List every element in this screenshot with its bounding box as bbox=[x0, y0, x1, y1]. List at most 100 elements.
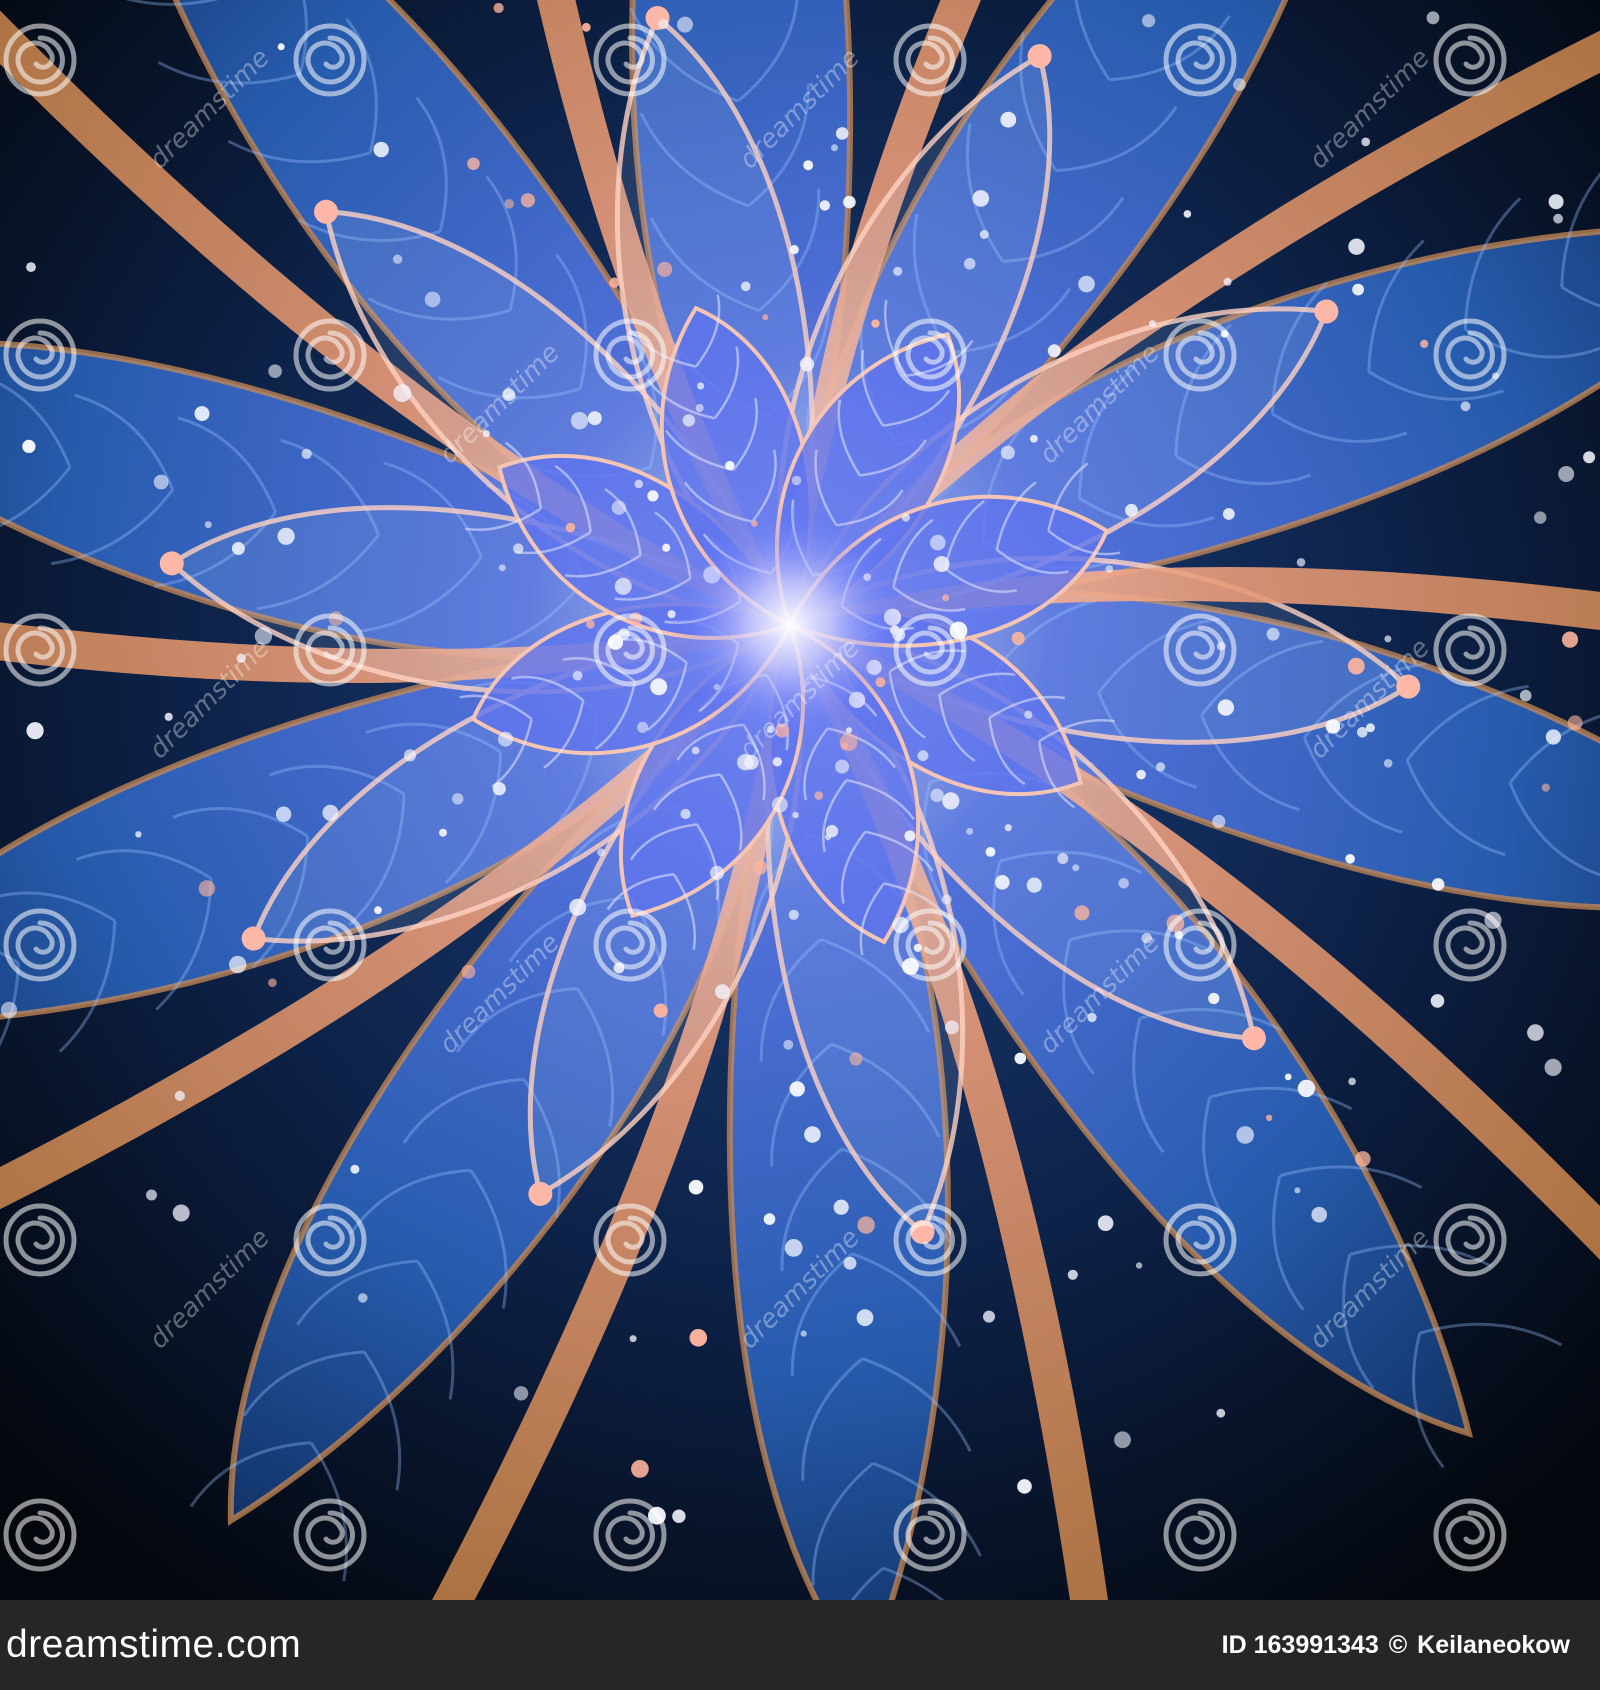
sparkle-dot bbox=[461, 964, 476, 979]
sparkle-dot bbox=[268, 364, 282, 379]
sparkle-dot bbox=[752, 860, 768, 875]
sparkle-dot bbox=[792, 811, 799, 819]
sparkle-dot bbox=[843, 195, 856, 209]
sparkle-dot bbox=[350, 1164, 360, 1174]
sparkle-dot bbox=[1430, 994, 1445, 1008]
sparkle-dot bbox=[709, 865, 725, 881]
sparkle-dot bbox=[174, 1090, 185, 1101]
sparkle-dot bbox=[1014, 1052, 1027, 1065]
sparkle-dot bbox=[614, 577, 632, 595]
sparkle-dot bbox=[658, 18, 669, 30]
sparkle-dot bbox=[1216, 1408, 1226, 1418]
sparkle-dot bbox=[26, 722, 44, 740]
image-credit: ID 163991343 © Keilaneokow bbox=[1222, 1631, 1570, 1660]
sparkle-dot bbox=[772, 757, 782, 767]
sparkle-dot bbox=[373, 141, 389, 158]
sparkle-dot bbox=[983, 1310, 995, 1323]
sparkle-dot bbox=[1011, 631, 1025, 646]
sparkle-dot bbox=[647, 490, 659, 502]
sparkle-dot bbox=[1348, 238, 1365, 255]
sparkle-dot bbox=[1519, 689, 1532, 702]
sparkle-dot bbox=[146, 1189, 157, 1201]
sparkle-dot bbox=[587, 411, 602, 426]
sparkle-dot bbox=[995, 875, 1010, 890]
sparkle-dot bbox=[1420, 339, 1429, 348]
sparkle-dot bbox=[835, 127, 849, 140]
sparkle-dot bbox=[1348, 1077, 1356, 1086]
sparkle-dot bbox=[1114, 1431, 1131, 1449]
sparkle-dot bbox=[680, 808, 691, 820]
sparkle-dot bbox=[22, 439, 36, 453]
sparkle-dot bbox=[1074, 905, 1090, 921]
sparkle-dot bbox=[814, 791, 823, 800]
sparkle-dot bbox=[277, 43, 285, 51]
sparkle-dot bbox=[1266, 627, 1280, 641]
sparkle-dot bbox=[194, 406, 210, 422]
sparkle-dot bbox=[1149, 320, 1156, 328]
sparkle-dot bbox=[803, 160, 814, 171]
sparkle-dot bbox=[840, 742, 849, 750]
sparkle-dot bbox=[849, 1052, 863, 1066]
sparkle-dot bbox=[1047, 344, 1061, 358]
sparkle-dot bbox=[1208, 992, 1220, 1005]
sparkle-dot bbox=[1000, 111, 1017, 128]
sparkle-dot bbox=[1004, 824, 1012, 832]
sparkle-dot bbox=[856, 1309, 874, 1327]
sparkle-dot bbox=[799, 357, 815, 372]
sparkle-dot bbox=[650, 678, 668, 696]
sparkle-dot bbox=[374, 906, 382, 915]
sparkle-dot bbox=[1534, 511, 1547, 524]
sparkle-dot bbox=[789, 245, 799, 255]
sparkle-dot bbox=[933, 556, 950, 572]
sparkle-dot bbox=[1067, 1269, 1078, 1280]
sparkle-dot bbox=[1355, 1151, 1371, 1167]
sparkle-dot bbox=[835, 759, 850, 774]
sparkle-dot bbox=[597, 848, 606, 857]
sparkle-dot bbox=[569, 898, 587, 916]
sparkle-dot bbox=[901, 513, 911, 522]
sparkle-dot bbox=[1527, 1024, 1544, 1041]
sparkle-dot bbox=[783, 1039, 794, 1050]
sparkle-dot bbox=[804, 1126, 821, 1143]
sparkle-dot bbox=[611, 500, 626, 515]
sparkle-dot bbox=[198, 880, 216, 897]
sparkle-dot bbox=[966, 827, 974, 835]
sparkle-dot bbox=[1125, 503, 1138, 517]
sparkle-dot bbox=[972, 190, 990, 207]
sparkle-dot bbox=[403, 749, 417, 762]
sparkle-dot bbox=[653, 1003, 668, 1018]
author-name[interactable]: Keilaneokow bbox=[1417, 1631, 1570, 1660]
sparkle-dot bbox=[682, 414, 695, 427]
sparkle-dot bbox=[942, 792, 960, 810]
sparkle-dot bbox=[231, 542, 245, 555]
sparkle-dot bbox=[740, 281, 751, 292]
sparkle-dot bbox=[1057, 853, 1069, 864]
sparkle-dot bbox=[637, 721, 649, 733]
brand-logo-text[interactable]: dreamstime.com bbox=[6, 1623, 301, 1667]
sparkle-dot bbox=[1222, 508, 1235, 520]
sparkle-dot bbox=[1431, 878, 1445, 891]
sparkle-dot bbox=[784, 1239, 803, 1257]
image-id: ID 163991343 bbox=[1221, 1630, 1379, 1659]
sparkle-dot bbox=[26, 262, 36, 272]
sparkle-dot bbox=[572, 670, 583, 681]
sparkle-dot bbox=[1024, 710, 1033, 719]
sparkle-dot bbox=[1553, 213, 1563, 224]
sparkle-dot bbox=[725, 460, 735, 471]
fractal-flower-svg: dreamstime dreamstime dreamstimedreamstime… bbox=[0, 0, 1600, 1600]
footer-bar: dreamstime.com ID 163991343 © Keilaneoko… bbox=[0, 1600, 1600, 1690]
sparkle-dot bbox=[831, 144, 838, 152]
sparkle-dot bbox=[452, 793, 464, 805]
sparkle-dot bbox=[1212, 814, 1226, 829]
sparkle-dot bbox=[565, 522, 576, 533]
sparkle-dot bbox=[424, 291, 441, 308]
sparkle-dot bbox=[1223, 277, 1232, 286]
sparkle-dot bbox=[963, 258, 976, 270]
sparkle-dot bbox=[1017, 1479, 1032, 1494]
sparkle-dot bbox=[800, 1330, 807, 1337]
sparkle-dot bbox=[763, 1213, 776, 1225]
sparkle-dot bbox=[1026, 877, 1042, 893]
sparkle-dot bbox=[1135, 1262, 1143, 1269]
sparkle-dot bbox=[1156, 762, 1166, 772]
sparkle-dot bbox=[1365, 723, 1375, 733]
